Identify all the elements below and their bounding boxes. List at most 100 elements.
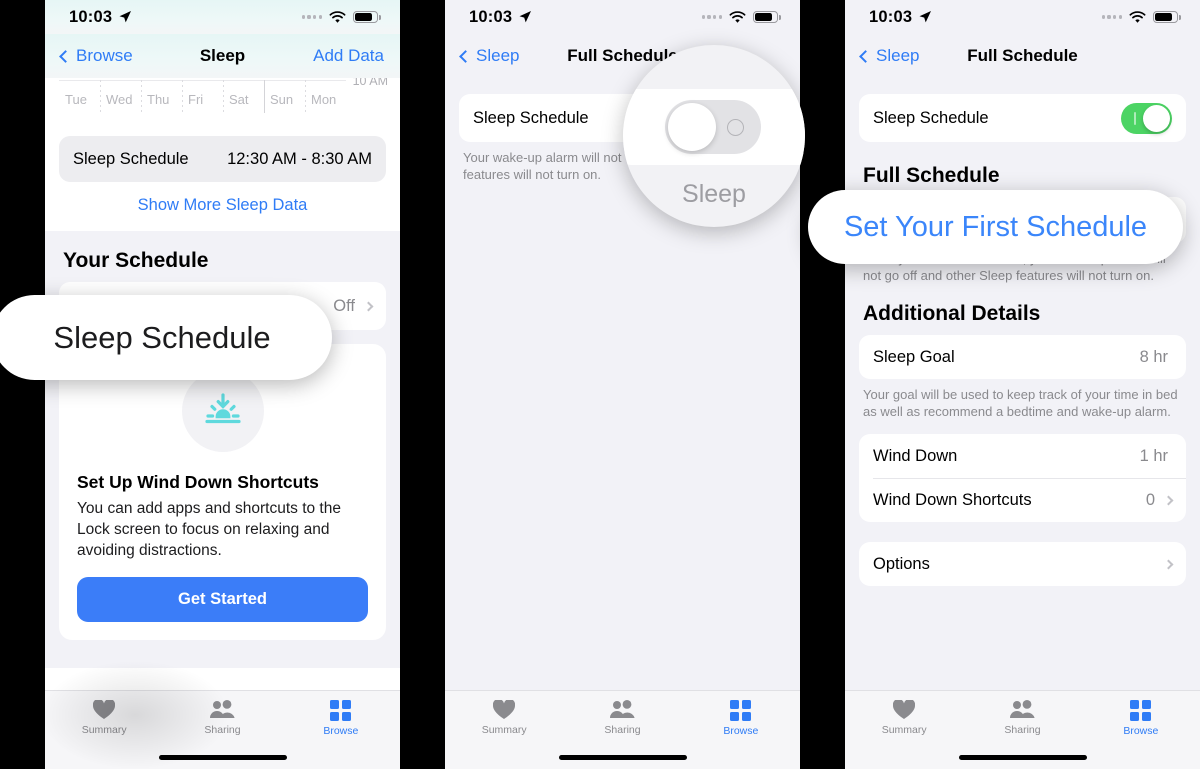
status-bar: 10:03 bbox=[45, 0, 400, 34]
sleep-chart-axis: 10 AM Tue Wed Thu Fri Sat Sun Mon bbox=[45, 78, 400, 126]
status-bar-indicators bbox=[1101, 10, 1181, 24]
back-button-sleep[interactable]: Sleep bbox=[859, 46, 920, 66]
tab-list: Summary Sharing Browse bbox=[45, 691, 400, 745]
battery-icon bbox=[753, 10, 781, 24]
tab-label-browse: Browse bbox=[723, 724, 759, 737]
sleep-schedule-toggle-card: Sleep Schedule bbox=[859, 94, 1186, 142]
options-card[interactable]: Options bbox=[859, 542, 1186, 586]
chevron-left-icon bbox=[59, 49, 72, 63]
wifi-icon bbox=[1129, 10, 1146, 23]
tab-label-summary: Summary bbox=[81, 724, 127, 736]
tab-list: Summary Sharing Browse bbox=[845, 691, 1200, 745]
status-time: 10:03 bbox=[469, 7, 513, 26]
heart-icon bbox=[93, 700, 116, 719]
show-more-sleep-data-link[interactable]: Show More Sleep Data bbox=[45, 182, 400, 231]
chart-day-tick: Sat bbox=[223, 80, 264, 113]
chart-day-tick: Wed bbox=[100, 80, 141, 113]
home-indicator bbox=[958, 755, 1087, 760]
wind-down-value: 1 hr bbox=[1139, 446, 1168, 465]
get-started-button[interactable]: Get Started bbox=[77, 577, 368, 622]
location-arrow-icon bbox=[519, 11, 532, 23]
tab-sharing[interactable]: Sharing bbox=[163, 691, 281, 745]
tab-sharing[interactable]: Sharing bbox=[963, 691, 1081, 745]
wind-down-shortcuts-row[interactable]: Wind Down Shortcuts 0 bbox=[859, 478, 1186, 522]
people-icon bbox=[610, 700, 636, 718]
tab-label-summary: Summary bbox=[881, 724, 927, 736]
wind-down-shortcuts-label: Wind Down Shortcuts bbox=[873, 490, 1032, 509]
grid-icon bbox=[1130, 699, 1152, 721]
tab-label-browse: Browse bbox=[1123, 724, 1159, 737]
back-button-browse[interactable]: Browse bbox=[59, 46, 133, 66]
tab-label-sharing: Sharing bbox=[1004, 724, 1041, 736]
tab-summary[interactable]: Summary bbox=[445, 691, 563, 745]
screenshot-stage: 10:03 Browse Sleep Add Data 10 AM Tue We… bbox=[0, 0, 1200, 769]
back-button-label: Sleep bbox=[876, 46, 920, 65]
phone-screen-sleep-overview: 10:03 Browse Sleep Add Data 10 AM Tue We… bbox=[45, 0, 400, 769]
promo-title: Set Up Wind Down Shortcuts bbox=[77, 472, 319, 492]
tab-browse[interactable]: Browse bbox=[682, 691, 800, 745]
location-arrow-icon bbox=[919, 11, 932, 23]
section-header-full-schedule: Full Schedule bbox=[863, 164, 1000, 187]
sleep-goal-value: 8 hr bbox=[1139, 347, 1168, 366]
chevron-left-icon bbox=[459, 49, 472, 63]
sleep-schedule-summary-row[interactable]: Sleep Schedule 12:30 AM - 8:30 AM bbox=[59, 136, 386, 182]
phone-screen-full-schedule-on: 10:03 Sleep Full Schedule Sleep Schedule… bbox=[845, 0, 1200, 769]
panel1-content: 10 AM Tue Wed Thu Fri Sat Sun Mon Sleep … bbox=[45, 78, 400, 690]
magnifier-callout-sleep-schedule: Sleep Schedule bbox=[0, 295, 332, 380]
chart-day-tick: Thu bbox=[141, 80, 182, 113]
sleep-schedule-summary-card[interactable]: Sleep Schedule 12:30 AM - 8:30 AM bbox=[59, 136, 386, 182]
people-icon bbox=[1010, 700, 1036, 718]
heart-icon bbox=[893, 700, 916, 719]
sleep-schedule-toggle[interactable] bbox=[1121, 102, 1172, 134]
nav-bar: Sleep Full Schedule bbox=[845, 34, 1200, 78]
wind-down-row[interactable]: Wind Down 1 hr bbox=[859, 434, 1186, 478]
chart-day-tick: Sun bbox=[264, 80, 305, 113]
section-header-your-schedule: Your Schedule bbox=[63, 249, 209, 272]
tab-sharing[interactable]: Sharing bbox=[563, 691, 681, 745]
status-bar-time-group: 10:03 bbox=[69, 8, 132, 27]
chart-day-tick: Mon bbox=[305, 80, 346, 113]
tab-bar: Summary Sharing Browse bbox=[845, 690, 1200, 769]
options-row[interactable]: Options bbox=[859, 542, 1186, 586]
toggle-knob bbox=[668, 103, 716, 151]
chart-day-labels: Tue Wed Thu Fri Sat Sun Mon bbox=[59, 80, 346, 113]
sleep-goal-card[interactable]: Sleep Goal 8 hr bbox=[859, 335, 1186, 379]
chevron-left-icon bbox=[859, 49, 872, 63]
callout-text: Sleep bbox=[682, 180, 746, 208]
sleep-goal-row[interactable]: Sleep Goal 8 hr bbox=[859, 335, 1186, 379]
status-bar-indicators bbox=[301, 10, 381, 24]
status-time: 10:03 bbox=[69, 7, 113, 26]
tab-label-sharing: Sharing bbox=[204, 724, 241, 736]
grid-icon bbox=[330, 699, 352, 721]
summary-row-label: Sleep Schedule bbox=[73, 149, 189, 168]
sleep-schedule-row-value: Off bbox=[333, 296, 355, 315]
tab-browse[interactable]: Browse bbox=[1082, 691, 1200, 745]
people-icon bbox=[210, 700, 236, 718]
cellular-dots-icon bbox=[701, 15, 722, 19]
wind-down-card: Wind Down 1 hr Wind Down Shortcuts 0 bbox=[859, 434, 1186, 522]
cellular-dots-icon bbox=[1101, 15, 1122, 19]
magnified-sleep-schedule-toggle[interactable] bbox=[665, 100, 761, 154]
back-button-sleep[interactable]: Sleep bbox=[459, 46, 519, 66]
chart-y-tick-label: 10 AM bbox=[352, 78, 388, 88]
magnifier-callout-set-first-schedule: Set Your First Schedule bbox=[808, 190, 1183, 264]
location-arrow-icon bbox=[119, 11, 132, 23]
cellular-dots-icon bbox=[301, 15, 322, 19]
sleep-schedule-toggle-row[interactable]: Sleep Schedule bbox=[859, 94, 1186, 142]
status-bar-indicators bbox=[701, 10, 781, 24]
tab-label-sharing: Sharing bbox=[604, 724, 641, 736]
tab-summary[interactable]: Summary bbox=[45, 691, 163, 745]
add-data-button[interactable]: Add Data bbox=[313, 46, 384, 66]
sleep-goal-footnote: Your goal will be used to keep track of … bbox=[863, 387, 1178, 419]
tab-browse[interactable]: Browse bbox=[282, 691, 400, 745]
nav-bar: Browse Sleep Add Data bbox=[45, 34, 400, 78]
section-header-additional-details: Additional Details bbox=[863, 302, 1041, 325]
status-bar-time-group: 10:03 bbox=[869, 8, 932, 27]
callout-text: Set Your First Schedule bbox=[843, 210, 1148, 243]
chevron-right-icon bbox=[363, 301, 374, 311]
promo-body: You can add apps and shortcuts to the Lo… bbox=[77, 500, 341, 559]
options-label: Options bbox=[873, 554, 930, 573]
battery-icon bbox=[1153, 10, 1181, 24]
tab-summary[interactable]: Summary bbox=[845, 691, 963, 745]
toggle-knob bbox=[1143, 104, 1170, 132]
